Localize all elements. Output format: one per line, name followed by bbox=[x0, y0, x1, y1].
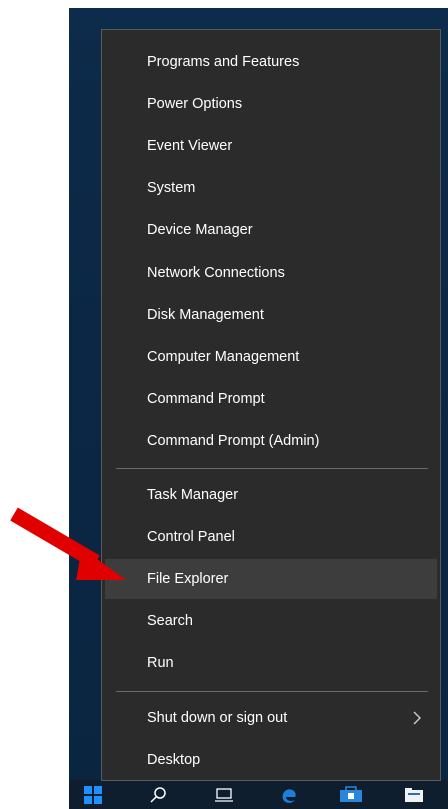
menu-item-run[interactable]: Run bbox=[105, 643, 437, 683]
file-explorer-icon[interactable] bbox=[399, 780, 429, 809]
menu-item-power-options[interactable]: Power Options bbox=[105, 84, 437, 124]
menu-item-device-manager[interactable]: Device Manager bbox=[105, 210, 437, 250]
red-arrow-icon bbox=[10, 507, 126, 580]
menu-item-event-viewer[interactable]: Event Viewer bbox=[105, 126, 437, 166]
menu-item-computer-management[interactable]: Computer Management bbox=[105, 337, 437, 377]
menu-separator bbox=[116, 468, 428, 469]
menu-item-desktop[interactable]: Desktop bbox=[105, 740, 437, 780]
menu-item-system[interactable]: System bbox=[105, 168, 437, 208]
chevron-right-icon bbox=[413, 711, 421, 725]
menu-item-task-manager[interactable]: Task Manager bbox=[105, 475, 437, 515]
windows-start-icon[interactable] bbox=[79, 780, 107, 809]
menu-separator bbox=[116, 691, 428, 692]
task-view-icon[interactable] bbox=[209, 780, 239, 809]
menu-item-command-prompt-admin[interactable]: Command Prompt (Admin) bbox=[105, 421, 437, 461]
menu-item-programs-and-features[interactable]: Programs and Features bbox=[105, 42, 437, 82]
menu-item-search[interactable]: Search bbox=[105, 601, 437, 641]
winx-power-user-menu: Programs and Features Power Options Even… bbox=[101, 29, 441, 781]
menu-item-command-prompt[interactable]: Command Prompt bbox=[105, 379, 437, 419]
store-icon[interactable] bbox=[334, 780, 368, 809]
menu-item-file-explorer[interactable]: File Explorer bbox=[105, 559, 437, 599]
taskbar bbox=[69, 780, 448, 809]
menu-item-label: Shut down or sign out bbox=[147, 710, 288, 726]
menu-item-control-panel[interactable]: Control Panel bbox=[105, 517, 437, 557]
menu-item-shut-down-or-sign-out[interactable]: Shut down or sign out bbox=[105, 698, 437, 738]
search-icon[interactable] bbox=[144, 780, 172, 809]
menu-item-disk-management[interactable]: Disk Management bbox=[105, 295, 437, 335]
menu-item-network-connections[interactable]: Network Connections bbox=[105, 253, 437, 293]
edge-icon[interactable] bbox=[274, 780, 304, 809]
